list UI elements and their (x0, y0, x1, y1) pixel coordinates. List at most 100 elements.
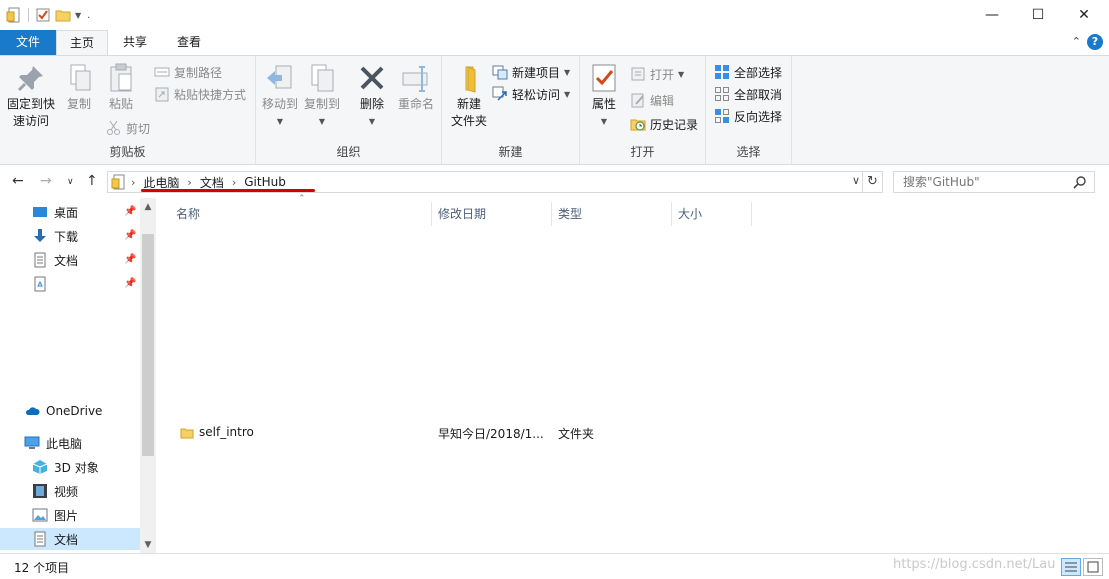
file-name: self_intro (199, 425, 254, 439)
history-button[interactable]: 历史记录 (630, 114, 698, 134)
download-icon (34, 229, 46, 242)
rename-button[interactable]: 重命名 (394, 62, 438, 113)
search-input[interactable] (893, 171, 1095, 193)
nav-item-documents-selected[interactable]: 文档 (0, 528, 140, 550)
select-none-button[interactable]: 全部取消 (714, 84, 782, 104)
select-all-button[interactable]: 全部选择 (714, 62, 782, 82)
close-button[interactable]: ✕ (1061, 0, 1107, 30)
details-view-button[interactable] (1061, 558, 1081, 576)
copy-path-icon (154, 67, 170, 77)
up-button[interactable]: ↑ (86, 173, 98, 189)
qat-separator (28, 8, 29, 22)
select-none-icon (715, 87, 729, 101)
invert-selection-label: 反向选择 (734, 109, 783, 124)
3d-objects-icon (32, 460, 48, 474)
breadcrumb-separator[interactable]: › (228, 176, 240, 189)
tab-file[interactable]: 文件 (0, 30, 56, 55)
pin-icon[interactable]: 📌 (124, 230, 136, 241)
nav-item-videos[interactable]: 视频 (32, 480, 78, 502)
recent-locations-dropdown[interactable]: ∨ (67, 177, 74, 187)
column-header-modified[interactable]: 修改日期 (432, 202, 552, 226)
address-history-dropdown[interactable]: ∨ (852, 174, 860, 187)
pin-to-quick-access-button[interactable]: 固定到快 速访问 (4, 62, 58, 130)
breadcrumb-documents[interactable]: 文档 (196, 174, 228, 191)
edit-button[interactable]: 编辑 (630, 90, 674, 110)
nav-item-this-pc[interactable]: 此电脑 (24, 432, 82, 454)
minimize-button[interactable]: — (969, 0, 1015, 30)
breadcrumb-this-pc[interactable]: 此电脑 (139, 174, 183, 191)
copy-icon (70, 64, 91, 91)
open-icon (631, 67, 645, 81)
ribbon: 固定到快 速访问 复制 粘贴 复制路径 粘贴快捷方式 剪切 剪贴板 移动到 ▼ … (0, 55, 1109, 165)
forward-button[interactable]: → (40, 173, 52, 189)
nav-item-label: 此电脑 (46, 436, 83, 451)
search-icon[interactable] (1073, 175, 1087, 189)
select-none-label: 全部取消 (734, 87, 783, 102)
copy-button[interactable]: 复制 (60, 62, 98, 113)
breadcrumb-separator[interactable]: › (127, 176, 139, 189)
scroll-down-arrow[interactable]: ▼ (140, 540, 156, 550)
pin-icon (17, 66, 43, 92)
new-item-button[interactable]: 新建项目 ▼ (492, 62, 570, 82)
nav-item-downloads[interactable]: 下载 (32, 225, 78, 247)
nav-item-label: 文档 (54, 532, 79, 547)
scroll-up-arrow[interactable]: ▲ (140, 202, 156, 212)
open-dropdown: ▼ (678, 69, 685, 79)
copy-path-button[interactable]: 复制路径 (154, 62, 222, 82)
quick-access-toolbar: ▼ . (6, 4, 90, 26)
nav-item-pictures[interactable]: 图片 (32, 504, 78, 526)
paste-button[interactable]: 粘贴 (102, 62, 140, 113)
nav-item-recycle[interactable] (32, 273, 54, 295)
nav-item-3d-objects[interactable]: 3D 对象 (32, 456, 99, 478)
new-folder-label-line2: 文件夹 (450, 114, 487, 128)
new-folder-icon[interactable] (55, 7, 71, 23)
history-label: 历史记录 (650, 117, 699, 132)
move-to-button[interactable]: 移动到 ▼ (260, 62, 300, 130)
help-icon[interactable]: ? (1087, 34, 1103, 50)
nav-item-onedrive[interactable]: OneDrive (24, 400, 102, 422)
nav-item-desktop[interactable]: 桌面 (32, 201, 78, 223)
qat-customize-dropdown[interactable]: ▼ (75, 11, 81, 20)
delete-x-icon (360, 66, 384, 90)
new-folder-button[interactable]: 新建 文件夹 (446, 62, 492, 130)
table-row[interactable]: self_intro 早知今日/2018/1... 文件夹 (160, 422, 1109, 444)
back-button[interactable]: ← (12, 173, 24, 189)
new-item-dropdown: ▼ (564, 67, 571, 77)
pin-icon[interactable]: 📌 (124, 254, 136, 265)
refresh-button[interactable]: ↻ (863, 171, 883, 193)
group-label-organize: 组织 (336, 145, 361, 159)
properties-icon[interactable] (6, 7, 22, 23)
tab-home[interactable]: 主页 (56, 30, 108, 56)
open-button[interactable]: 打开 ▼ (630, 64, 684, 84)
computer-icon (24, 436, 40, 449)
column-header-name[interactable]: 名称 (170, 202, 432, 226)
cut-button[interactable]: 剪切 (106, 118, 150, 138)
copy-to-icon (311, 64, 334, 92)
properties-dropdown: ▼ (600, 117, 608, 126)
history-icon (630, 119, 646, 131)
scrollbar-thumb[interactable] (142, 234, 154, 456)
tab-share[interactable]: 共享 (112, 30, 158, 55)
checklist-icon[interactable] (35, 7, 51, 23)
column-header-type[interactable]: 类型 (552, 202, 672, 226)
properties-button[interactable]: 属性 ▼ (586, 62, 622, 130)
easy-access-button[interactable]: 轻松访问 ▼ (492, 84, 570, 104)
nav-item-label: OneDrive (46, 404, 103, 418)
easy-access-icon (492, 86, 507, 101)
breadcrumb-separator[interactable]: › (183, 176, 195, 189)
delete-button[interactable]: 删除 ▼ (352, 62, 392, 130)
maximize-button[interactable]: ☐ (1015, 0, 1061, 30)
nav-pane-scrollbar[interactable]: ▲ ▼ (140, 198, 156, 553)
large-icons-view-button[interactable] (1083, 558, 1103, 576)
nav-item-documents[interactable]: 文档 (32, 249, 78, 271)
breadcrumb-github[interactable]: GitHub (240, 175, 290, 189)
column-header-size[interactable]: 大小 (672, 202, 752, 226)
copy-to-button[interactable]: 复制到 ▼ (302, 62, 342, 130)
paste-shortcut-button[interactable]: 粘贴快捷方式 (154, 84, 246, 104)
pin-icon[interactable]: 📌 (124, 206, 136, 217)
group-organize: 移动到 ▼ 复制到 ▼ 删除 ▼ 重命名 组织 (256, 56, 442, 164)
tab-view[interactable]: 查看 (166, 30, 212, 55)
invert-selection-button[interactable]: 反向选择 (714, 106, 782, 126)
collapse-ribbon-icon[interactable]: ⌃ (1072, 35, 1081, 48)
pin-icon[interactable]: 📌 (124, 278, 136, 289)
